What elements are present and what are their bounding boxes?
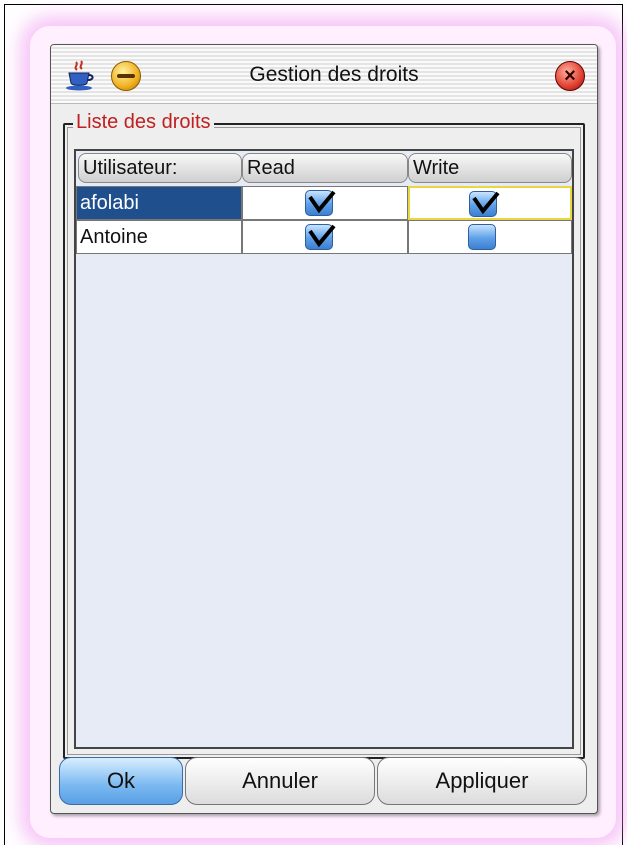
apply-button[interactable]: Appliquer [377,757,587,805]
ok-button[interactable]: Ok [59,757,183,805]
read-checkbox[interactable] [305,190,336,216]
table-header: Utilisateur: Read Write [76,151,572,185]
cancel-button[interactable]: Annuler [185,757,375,805]
checkmark-icon [308,224,336,248]
close-icon: × [564,65,576,87]
checkmark-icon [308,190,336,214]
checkmark-icon [472,191,500,215]
user-cell[interactable]: afolabi [76,186,242,220]
column-header-write[interactable]: Write [408,153,572,183]
write-cell[interactable] [408,186,572,220]
title-bar[interactable]: Gestion des droits × [51,45,597,104]
table-row[interactable]: afolabi [76,186,572,220]
dialog-window: Gestion des droits × Liste des droits Ut… [50,44,598,814]
read-cell[interactable] [242,220,408,254]
table-row[interactable]: Antoine [76,220,572,254]
write-checkbox[interactable] [468,224,496,250]
column-header-read[interactable]: Read [242,153,408,183]
close-button[interactable]: × [555,61,585,91]
write-cell[interactable] [408,220,572,254]
rights-table[interactable]: Utilisateur: Read Write afolabi Antoine [74,149,574,749]
read-cell[interactable] [242,186,408,220]
window-title: Gestion des droits [249,63,419,86]
rights-group-legend: Liste des droits [73,111,214,134]
column-header-user[interactable]: Utilisateur: [78,153,242,183]
write-checkbox[interactable] [469,191,500,217]
user-cell[interactable]: Antoine [76,220,242,254]
read-checkbox[interactable] [305,224,336,250]
